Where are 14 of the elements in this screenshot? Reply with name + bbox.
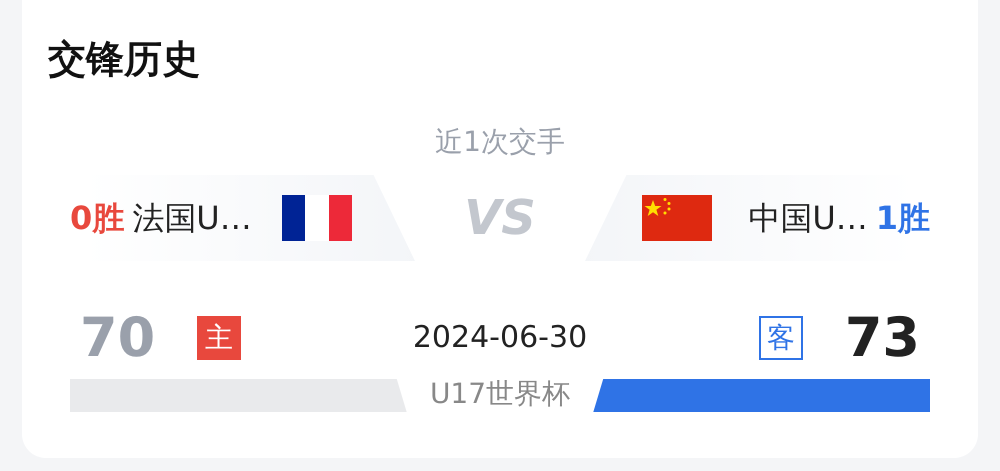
win-count: 0胜 — [70, 198, 124, 239]
team-score: 73 — [844, 311, 920, 365]
win-count: 1胜 — [876, 198, 930, 239]
home-badge: 主 — [197, 316, 242, 360]
team-score: 70 — [80, 311, 156, 365]
match-date: 2024-06-30 — [412, 323, 588, 353]
team-name: 法国U… — [132, 198, 252, 239]
team-name: 中国U… — [748, 198, 868, 239]
section-title: 交锋历史 — [47, 36, 201, 83]
away-badge: 客 — [758, 316, 803, 360]
vs-label: VS — [464, 194, 536, 242]
flag-icon — [282, 195, 352, 241]
flag-icon — [642, 195, 712, 241]
match-summary: 近1次交手 — [435, 124, 565, 160]
